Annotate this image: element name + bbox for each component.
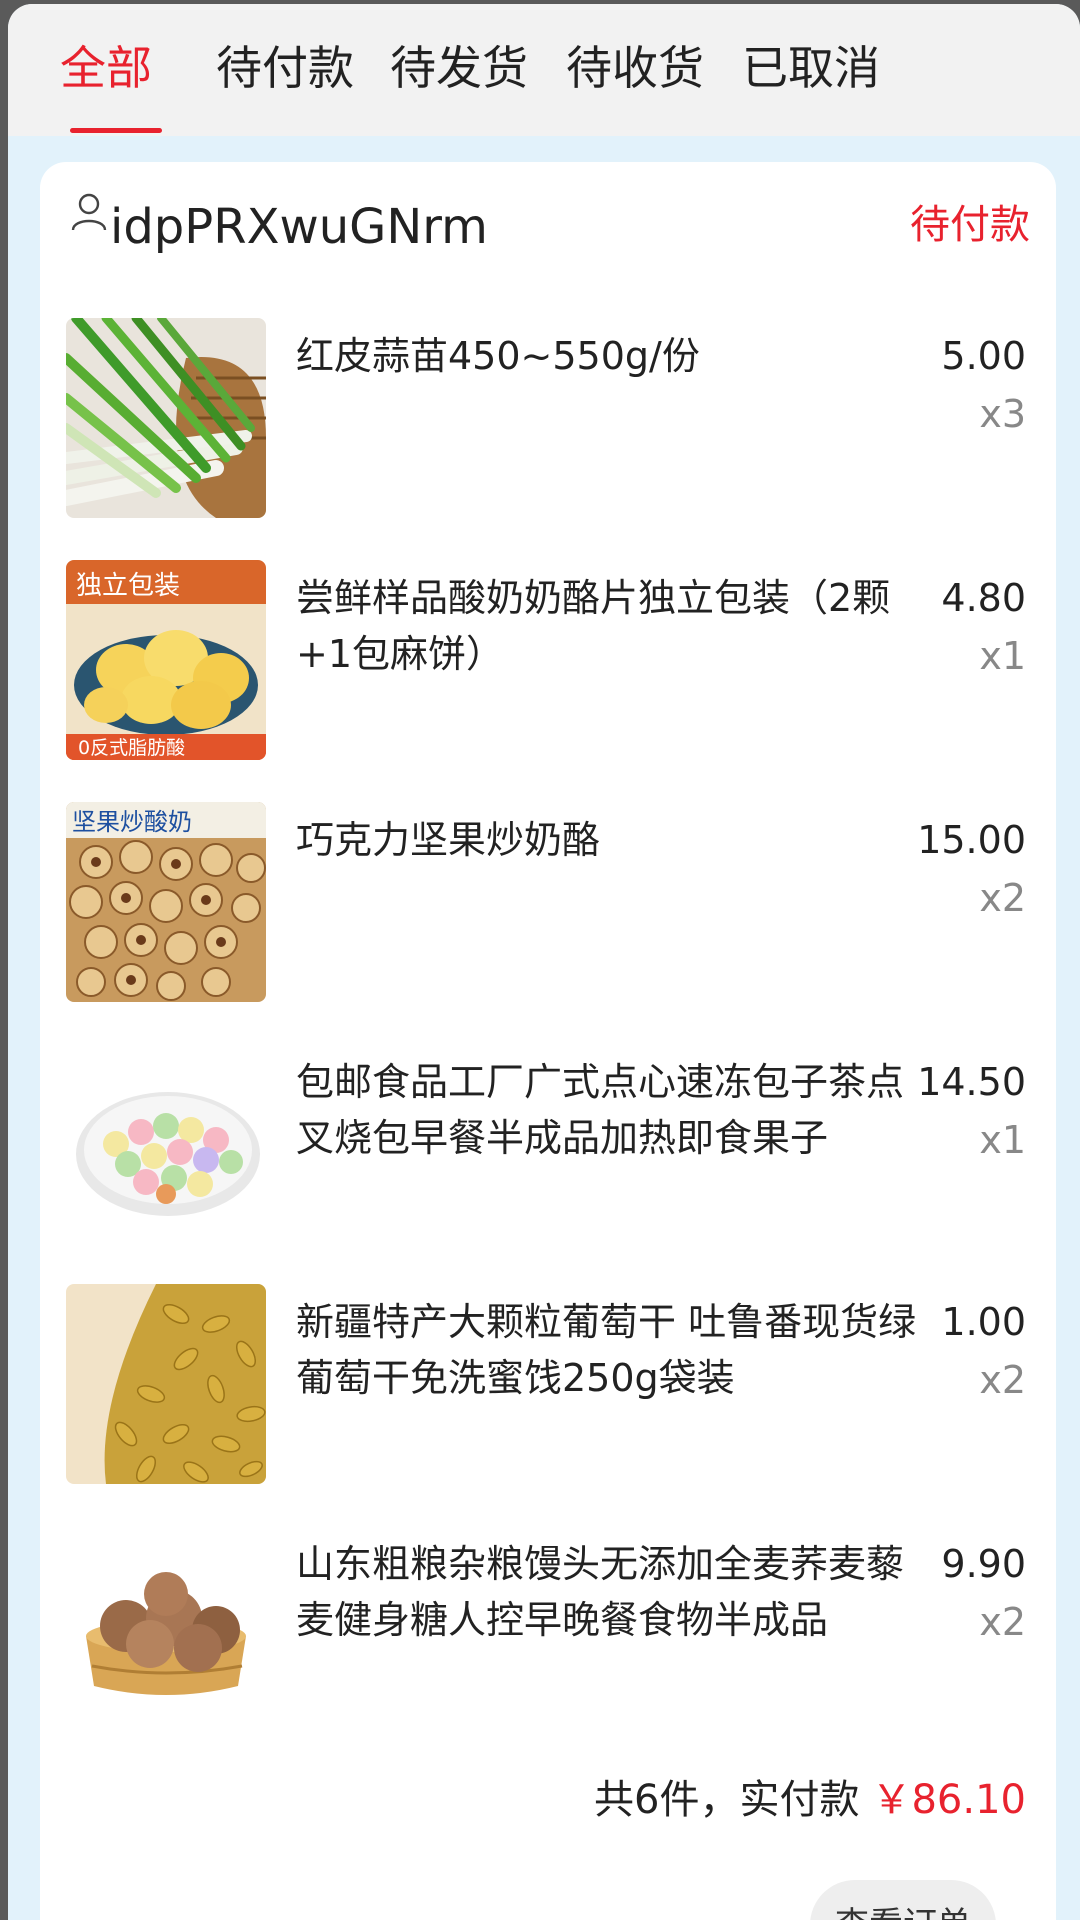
product-price: 9.90 <box>941 1542 1026 1586</box>
product-quantity: x1 <box>979 1118 1026 1162</box>
product-image: 坚果炒酸奶 <box>66 802 266 1002</box>
product-image <box>66 318 266 518</box>
thumb-label: 独立包装 <box>76 571 180 601</box>
tab-pending-shipment[interactable]: 待发货 <box>390 40 528 96</box>
product-title: 尝鲜样品酸奶奶酪片独立包装（2颗+1包麻饼） <box>296 576 891 676</box>
product-title: 新疆特产大颗粒葡萄干 吐鲁番现货绿葡萄干免洗蜜饯250g袋装 <box>296 1300 917 1400</box>
thumb-label: 0反式脂肪酸 <box>78 737 185 759</box>
product-price: 4.80 <box>941 576 1026 620</box>
tab-pending-receipt[interactable]: 待收货 <box>566 40 704 96</box>
buyer-username: idpPRXwuGNrm <box>110 199 488 255</box>
thumb-label: 坚果炒酸奶 <box>72 808 192 836</box>
order-list-screen: 全部 待付款 待发货 待收货 已取消 idpPRXwuGNrm 待付款 红皮蒜苗… <box>8 4 1080 1920</box>
product-price: 15.00 <box>917 818 1026 862</box>
order-header: idpPRXwuGNrm 待付款 <box>70 192 1030 262</box>
active-tab-indicator <box>70 128 162 133</box>
order-status-label: 待付款 <box>910 202 1030 248</box>
order-total: ￥86.10 <box>871 1777 1026 1823</box>
product-image <box>66 1044 266 1244</box>
tab-all[interactable]: 全部 <box>60 40 152 96</box>
order-item[interactable]: 坚果炒酸奶 巧克力坚果炒奶酪 15.00 x2 <box>66 802 1026 1002</box>
product-quantity: x2 <box>979 1600 1026 1644</box>
view-order-button[interactable]: 查看订单 <box>810 1880 996 1920</box>
order-item[interactable]: 山东粗粮杂粮馒头无添加全麦荞麦藜麦健身糖人控早晚餐食物半成品 9.90 x2 <box>66 1526 1026 1726</box>
product-image <box>66 1526 266 1726</box>
user-icon <box>71 193 107 231</box>
product-price: 5.00 <box>941 334 1026 378</box>
product-title: 红皮蒜苗450~550g/份 <box>296 334 700 378</box>
tab-pending-payment[interactable]: 待付款 <box>216 40 354 96</box>
product-title: 包邮食品工厂广式点心速冻包子茶点叉烧包早餐半成品加热即食果子 <box>296 1060 905 1160</box>
order-status-tabbar: 全部 待付款 待发货 待收货 已取消 <box>8 4 1080 136</box>
product-quantity: x3 <box>979 392 1026 436</box>
order-summary: 共6件，实付款 ￥86.10 <box>594 1772 1026 1828</box>
product-price: 14.50 <box>917 1060 1026 1104</box>
product-quantity: x2 <box>979 876 1026 920</box>
product-quantity: x1 <box>979 634 1026 678</box>
order-item[interactable]: 新疆特产大颗粒葡萄干 吐鲁番现货绿葡萄干免洗蜜饯250g袋装 1.00 x2 <box>66 1284 1026 1484</box>
order-item[interactable]: 包邮食品工厂广式点心速冻包子茶点叉烧包早餐半成品加热即食果子 14.50 x1 <box>66 1044 1026 1244</box>
order-item[interactable]: 红皮蒜苗450~550g/份 5.00 x3 <box>66 318 1026 518</box>
product-price: 1.00 <box>941 1300 1026 1344</box>
product-title: 山东粗粮杂粮馒头无添加全麦荞麦藜麦健身糖人控早晚餐食物半成品 <box>296 1542 905 1642</box>
order-item[interactable]: 独立包装 0反式脂肪酸 尝鲜样品酸奶奶酪片独立包装（2颗+1包麻饼） 4.80 … <box>66 560 1026 760</box>
product-quantity: x2 <box>979 1358 1026 1402</box>
tab-cancelled[interactable]: 已取消 <box>742 40 880 96</box>
product-title: 巧克力坚果炒奶酪 <box>296 818 601 862</box>
item-count-label: 共6件，实付款 <box>594 1777 860 1823</box>
product-image: 独立包装 0反式脂肪酸 <box>66 560 266 760</box>
product-image <box>66 1284 266 1484</box>
order-card[interactable]: idpPRXwuGNrm 待付款 红皮蒜苗450~550g/份 5.00 x3 … <box>40 162 1056 1920</box>
